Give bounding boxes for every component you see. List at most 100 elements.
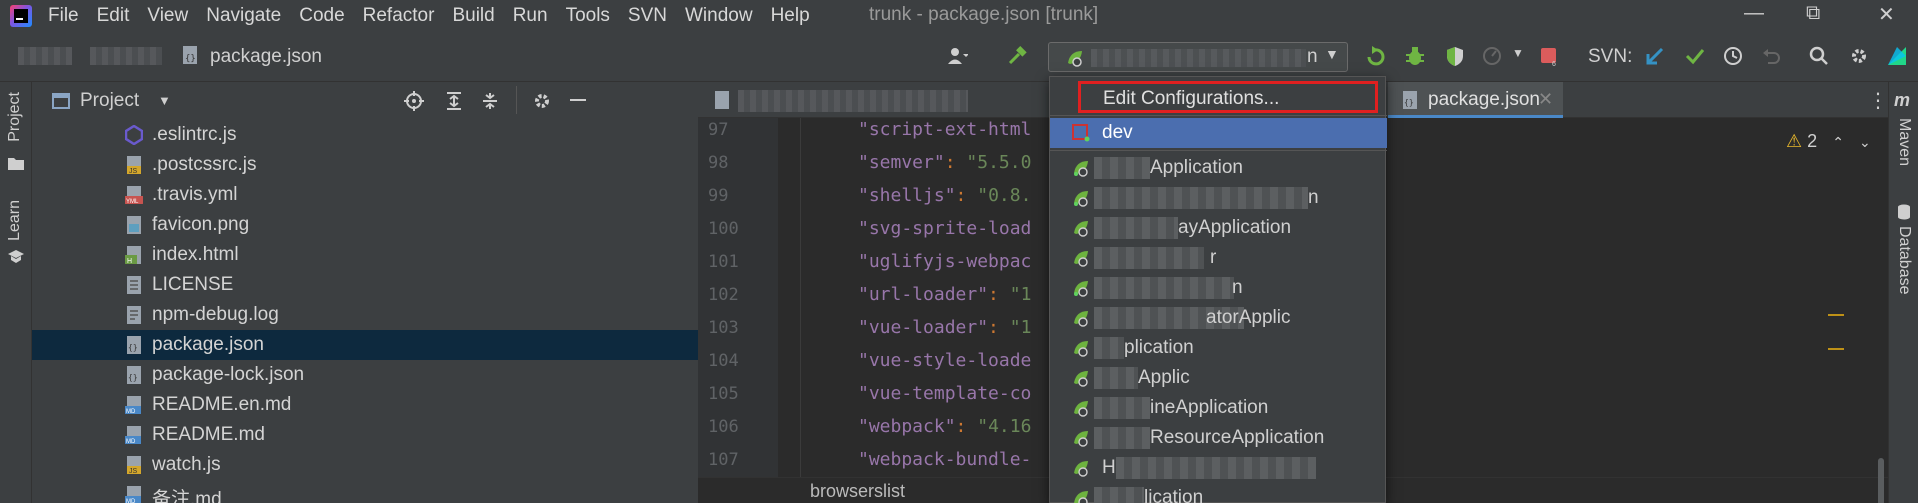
config-item[interactable]: n [1050, 183, 1387, 213]
code-line[interactable]: "shelljs": "0.8. [858, 185, 1031, 206]
project-view-dropdown-icon[interactable]: ▼ [158, 93, 171, 108]
code-line[interactable]: "semver": "5.5.0 [858, 152, 1031, 173]
inspection-widget[interactable]: ⚠ 2 ⌃ ⌄ [1786, 131, 1871, 152]
json-key: "url-loader" [858, 284, 989, 305]
config-item[interactable]: ResourceApplication [1050, 423, 1387, 453]
config-item[interactable]: ayApplication [1050, 213, 1387, 243]
menu-file[interactable]: File [48, 5, 79, 27]
json-key: "webpack" [858, 416, 956, 437]
menu-navigate[interactable]: Navigate [206, 5, 281, 27]
config-item[interactable]: Applic [1050, 363, 1387, 393]
menu-code[interactable]: Code [299, 5, 344, 27]
config-item[interactable]: Application [1050, 153, 1387, 183]
close-icon[interactable]: ✕ [1878, 2, 1895, 27]
tree-item-readme-en[interactable]: MD README.en.md [32, 390, 698, 420]
locate-target-icon[interactable] [404, 91, 424, 111]
code-line[interactable]: "webpack": "4.16 [858, 416, 1031, 437]
collapse-all-icon[interactable] [480, 91, 500, 111]
minimize-icon[interactable]: — [1744, 2, 1764, 25]
file-name: README.md [152, 424, 265, 445]
debug-bug-icon[interactable] [1404, 45, 1426, 67]
tree-item-npm-debug[interactable]: npm-debug.log [32, 300, 698, 330]
edit-configurations-item[interactable]: Edit Configurations... [1078, 81, 1378, 113]
code-line[interactable]: "svg-sprite-load [858, 218, 1031, 239]
menu-window[interactable]: Window [685, 5, 753, 27]
menu-build[interactable]: Build [452, 5, 494, 27]
more-tabs-icon[interactable]: ⋮ [1868, 88, 1888, 113]
breadcrumb-file[interactable]: package.json [210, 46, 322, 68]
json-value: "4.16 [977, 416, 1032, 437]
menu-refactor[interactable]: Refactor [363, 5, 435, 27]
coverage-shield-icon[interactable] [1444, 45, 1466, 67]
menu-svn[interactable]: SVN [628, 5, 667, 27]
config-item[interactable]: plication [1050, 333, 1387, 363]
project-tool-tab[interactable]: Project [6, 92, 24, 142]
tree-item-license[interactable]: LICENSE [32, 270, 698, 300]
editor-scrollbar[interactable] [1878, 458, 1884, 503]
learn-tool-tab[interactable]: Learn [6, 200, 24, 241]
config-item[interactable]: ineApplication [1050, 393, 1387, 423]
tree-item-readme[interactable]: MD README.md [32, 420, 698, 450]
breadcrumb-item[interactable]: browserslist [810, 481, 905, 502]
restore-icon[interactable]: ⧉ [1806, 2, 1820, 25]
maven-tool-tab[interactable]: Maven [1895, 118, 1913, 166]
code-line[interactable]: "url-loader": "1 [858, 284, 1031, 305]
tree-item-index-html[interactable]: H index.html [32, 240, 698, 270]
config-item[interactable]: r [1050, 243, 1387, 273]
svn-update-icon[interactable] [1644, 45, 1666, 67]
search-icon[interactable] [1808, 45, 1830, 67]
menu-run[interactable]: Run [513, 5, 548, 27]
rerun-icon[interactable] [1364, 45, 1386, 67]
revert-icon[interactable] [1760, 45, 1782, 67]
error-stripe-mark[interactable] [1828, 314, 1844, 316]
file-name: index.html [152, 244, 239, 265]
code-line[interactable]: "script-ext-html [858, 119, 1031, 140]
database-tool-tab[interactable]: Database [1895, 226, 1913, 295]
previous-highlight-icon[interactable]: ⌃ [1832, 134, 1844, 150]
config-item[interactable]: H [1050, 453, 1387, 483]
tree-item-eslintrc[interactable]: .eslintrc.js [32, 120, 698, 150]
profile-dropdown-icon[interactable]: ▼ [1512, 46, 1524, 60]
tree-item-notes-md[interactable]: MD 备注.md [32, 480, 698, 503]
redacted-config-name [1094, 427, 1150, 449]
next-highlight-icon[interactable]: ⌄ [1859, 134, 1871, 150]
error-stripe-mark[interactable] [1828, 348, 1844, 350]
profile-icon[interactable] [1482, 45, 1504, 67]
settings-gear-icon[interactable] [1848, 45, 1870, 67]
menu-edit[interactable]: Edit [97, 5, 130, 27]
config-label: r [1210, 247, 1217, 268]
expand-all-icon[interactable] [444, 91, 464, 111]
code-line[interactable]: "vue-loader": "1 [858, 317, 1031, 338]
config-item[interactable]: lication [1050, 483, 1387, 503]
user-icon[interactable] [946, 45, 968, 67]
code-line[interactable]: "vue-template-co [858, 383, 1031, 404]
panel-settings-gear-icon[interactable] [532, 91, 552, 111]
tree-item-package-lock[interactable]: {} package-lock.json [32, 360, 698, 390]
menu-tools[interactable]: Tools [566, 5, 610, 27]
spring-boot-icon [1074, 461, 1088, 477]
tree-item-package-json[interactable]: {} package.json [32, 330, 698, 360]
history-clock-icon[interactable] [1722, 45, 1744, 67]
tree-item-travis[interactable]: YML .travis.yml [32, 180, 698, 210]
config-label: Application [1150, 157, 1243, 178]
menu-view[interactable]: View [147, 5, 188, 27]
code-line[interactable]: "vue-style-loade [858, 350, 1031, 371]
stop-icon[interactable]: 6 [1538, 45, 1560, 67]
run-configuration-combo[interactable]: n ▼ [1048, 42, 1348, 72]
tab-package-json[interactable]: {} package.json ✕ [1388, 82, 1563, 118]
config-item[interactable]: n [1050, 273, 1387, 303]
menu-help[interactable]: Help [771, 5, 810, 27]
config-item-dev[interactable]: dev [1050, 118, 1387, 148]
toolbox-logo-icon[interactable] [1886, 45, 1908, 67]
file-name: package.json [152, 334, 264, 355]
tab-close-icon[interactable]: ✕ [1538, 89, 1553, 110]
tree-item-favicon[interactable]: favicon.png [32, 210, 698, 240]
hide-panel-icon[interactable] [570, 99, 586, 101]
build-hammer-icon[interactable] [1006, 45, 1028, 67]
tree-item-postcssrc[interactable]: JS .postcssrc.js [32, 150, 698, 180]
config-item[interactable]: atorApplic [1050, 303, 1387, 333]
svn-commit-icon[interactable] [1684, 45, 1706, 67]
tree-item-watch-js[interactable]: JS watch.js [32, 450, 698, 480]
code-line[interactable]: "webpack-bundle- [858, 449, 1031, 470]
code-line[interactable]: "uglifyjs-webpac [858, 251, 1031, 272]
